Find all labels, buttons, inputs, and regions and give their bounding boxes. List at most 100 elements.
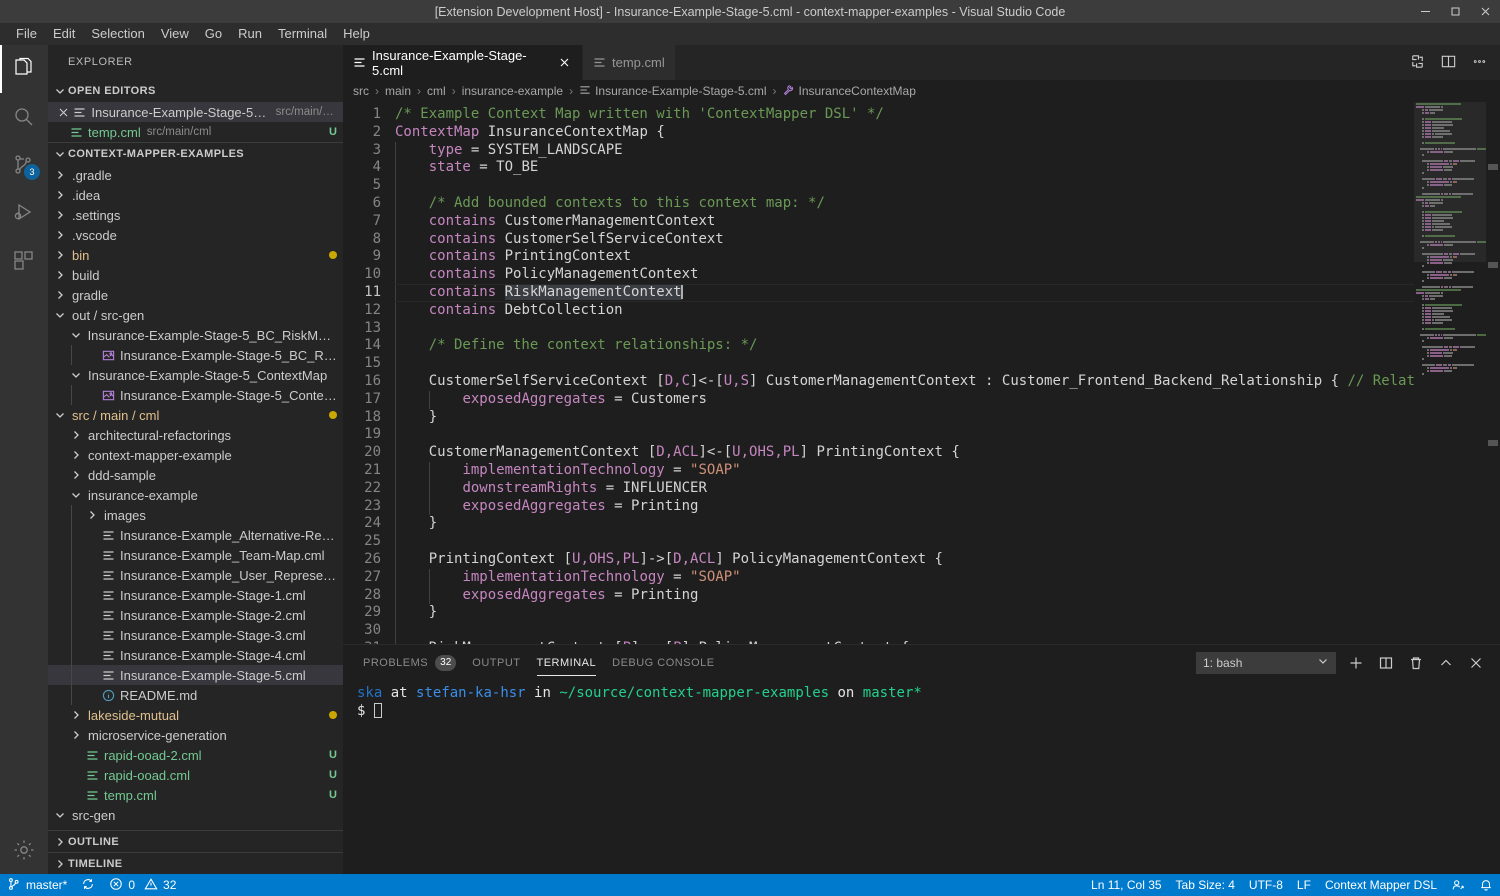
- tree-item[interactable]: Insurance-Example-Stage-5_BC_RiskManage…: [48, 325, 343, 345]
- code-line[interactable]: type = SYSTEM_LANDSCAPE: [395, 142, 1500, 160]
- terminal-output[interactable]: ska at stefan-ka-hsr in ~/source/context…: [343, 680, 1500, 874]
- file-tree[interactable]: .gradle.idea.settings.vscodebinbuildgrad…: [48, 165, 343, 830]
- code-line[interactable]: implementationTechnology = "SOAP": [395, 569, 1500, 587]
- tree-item[interactable]: .idea: [48, 185, 343, 205]
- status-sync[interactable]: [74, 874, 102, 896]
- extensions-icon[interactable]: [0, 237, 48, 285]
- tree-item[interactable]: .vscode: [48, 225, 343, 245]
- feedback-icon[interactable]: [1444, 874, 1472, 896]
- run-preview-icon[interactable]: [1409, 53, 1426, 73]
- tree-item[interactable]: Insurance-Example_Team-Map.cml: [48, 545, 343, 565]
- tree-item[interactable]: Insurance-Example_User_Representations.s…: [48, 565, 343, 585]
- breadcrumb-item[interactable]: src: [353, 84, 369, 98]
- breadcrumb[interactable]: src›main›cml›insurance-example›Insurance…: [343, 80, 1500, 102]
- tree-item[interactable]: lakeside-mutual: [48, 705, 343, 725]
- status-encoding[interactable]: UTF-8: [1242, 874, 1290, 896]
- maximize-button[interactable]: [1440, 0, 1470, 23]
- code-line[interactable]: contains DebtCollection: [395, 302, 1500, 320]
- breadcrumb-item[interactable]: InsuranceContextMap: [782, 84, 915, 99]
- menu-help[interactable]: Help: [335, 23, 378, 45]
- code-line[interactable]: /* Define the context relationships: */: [395, 337, 1500, 355]
- code-line[interactable]: [395, 622, 1500, 640]
- breadcrumb-item[interactable]: insurance-example: [462, 84, 563, 98]
- code-line[interactable]: contains PrintingContext: [395, 248, 1500, 266]
- close-button[interactable]: [1470, 0, 1500, 23]
- menu-edit[interactable]: Edit: [45, 23, 83, 45]
- code-line[interactable]: PrintingContext [U,OHS,PL]->[D,ACL] Poli…: [395, 551, 1500, 569]
- code-line[interactable]: exposedAggregates = Customers: [395, 391, 1500, 409]
- panel-tab-debug-console[interactable]: DEBUG CONSOLE: [612, 645, 714, 680]
- new-terminal-icon[interactable]: [1346, 653, 1366, 673]
- tree-item[interactable]: Insurance-Example-Stage-1.cml: [48, 585, 343, 605]
- code-line[interactable]: contains CustomerSelfServiceContext: [395, 231, 1500, 249]
- tree-item[interactable]: Insurance-Example-Stage-5_BC_ContractsTe…: [48, 825, 343, 830]
- code-line[interactable]: [395, 177, 1500, 195]
- breadcrumb-item[interactable]: cml: [427, 84, 446, 98]
- tree-item[interactable]: architectural-refactorings: [48, 425, 343, 445]
- tree-item[interactable]: Insurance-Example-Stage-5.cml: [48, 665, 343, 685]
- code-line[interactable]: CustomerManagementContext [D,ACL]<-[U,OH…: [395, 444, 1500, 462]
- tab-temp[interactable]: temp.cml: [583, 45, 676, 80]
- code-line[interactable]: /* Add bounded contexts to this context …: [395, 195, 1500, 213]
- code-line[interactable]: }: [395, 515, 1500, 533]
- tree-item[interactable]: Insurance-Example-Stage-5_BC_RiskManage…: [48, 345, 343, 365]
- panel-tab-terminal[interactable]: TERMINAL: [537, 645, 597, 680]
- code-line[interactable]: [395, 426, 1500, 444]
- project-header[interactable]: CONTEXT-MAPPER-EXAMPLES: [48, 143, 343, 165]
- panel-tab-problems[interactable]: PROBLEMS 32: [363, 645, 456, 680]
- tab-insurance-example-stage-5[interactable]: Insurance-Example-Stage-5.cml: [343, 45, 583, 80]
- status-problems[interactable]: 0 32: [102, 874, 183, 896]
- tree-item[interactable]: Insurance-Example-Stage-2.cml: [48, 605, 343, 625]
- tree-item[interactable]: ddd-sample: [48, 465, 343, 485]
- status-language-mode[interactable]: Context Mapper DSL: [1318, 874, 1444, 896]
- run-debug-icon[interactable]: [0, 189, 48, 237]
- tree-item[interactable]: Insurance-Example-Stage-3.cml: [48, 625, 343, 645]
- tree-item[interactable]: Insurance-Example-Stage-5_ContextMap.png: [48, 385, 343, 405]
- menu-terminal[interactable]: Terminal: [270, 23, 335, 45]
- close-panel-icon[interactable]: [1466, 653, 1486, 673]
- code-editor[interactable]: 1234567891011121314151617181920212223242…: [343, 102, 1500, 644]
- code-line[interactable]: implementationTechnology = "SOAP": [395, 462, 1500, 480]
- minimap[interactable]: [1414, 102, 1486, 644]
- open-editor-item-1[interactable]: temp.cml src/main/cml U: [48, 122, 343, 142]
- code-line[interactable]: state = TO_BE: [395, 159, 1500, 177]
- status-branch[interactable]: master*: [0, 874, 74, 896]
- search-icon[interactable]: [0, 93, 48, 141]
- tree-item[interactable]: rapid-ooad.cmlU: [48, 765, 343, 785]
- code-line[interactable]: [395, 533, 1500, 551]
- code-line[interactable]: [395, 320, 1500, 338]
- tree-item[interactable]: Insurance-Example-Stage-4.cml: [48, 645, 343, 665]
- panel-tab-output[interactable]: OUTPUT: [472, 645, 520, 680]
- notifications-bell-icon[interactable]: [1472, 874, 1500, 896]
- timeline-section-header[interactable]: TIMELINE: [48, 852, 343, 874]
- tree-item[interactable]: .settings: [48, 205, 343, 225]
- code-line[interactable]: /* Example Context Map written with 'Con…: [395, 106, 1500, 124]
- more-actions-icon[interactable]: [1471, 53, 1488, 73]
- tree-item[interactable]: Insurance-Example-Stage-5_ContextMap: [48, 365, 343, 385]
- source-control-icon[interactable]: 3: [0, 141, 48, 189]
- close-icon[interactable]: [56, 104, 71, 120]
- kill-terminal-icon[interactable]: [1406, 653, 1426, 673]
- breadcrumb-item[interactable]: main: [385, 84, 411, 98]
- tree-item[interactable]: build: [48, 265, 343, 285]
- open-editor-item-0[interactable]: Insurance-Example-Stage-5.cml src/main/c…: [48, 102, 343, 122]
- tree-item[interactable]: out / src-gen: [48, 305, 343, 325]
- settings-gear-icon[interactable]: [0, 826, 48, 874]
- code-line[interactable]: contains RiskManagementContext: [395, 284, 1500, 302]
- tree-item[interactable]: src / main / cml: [48, 405, 343, 425]
- outline-section-header[interactable]: OUTLINE: [48, 830, 343, 852]
- tree-item[interactable]: rapid-ooad-2.cmlU: [48, 745, 343, 765]
- split-terminal-icon[interactable]: [1376, 653, 1396, 673]
- terminal-input-line[interactable]: $: [357, 702, 1500, 720]
- tree-item[interactable]: context-mapper-example: [48, 445, 343, 465]
- menu-go[interactable]: Go: [197, 23, 230, 45]
- maximize-panel-icon[interactable]: [1436, 653, 1456, 673]
- explorer-icon[interactable]: [0, 45, 48, 93]
- tree-item[interactable]: bin: [48, 245, 343, 265]
- tree-item[interactable]: images: [48, 505, 343, 525]
- code-line[interactable]: exposedAggregates = Printing: [395, 498, 1500, 516]
- menu-view[interactable]: View: [153, 23, 197, 45]
- code-line[interactable]: [395, 355, 1500, 373]
- editor-scrollbar[interactable]: [1486, 102, 1500, 644]
- menu-file[interactable]: File: [8, 23, 45, 45]
